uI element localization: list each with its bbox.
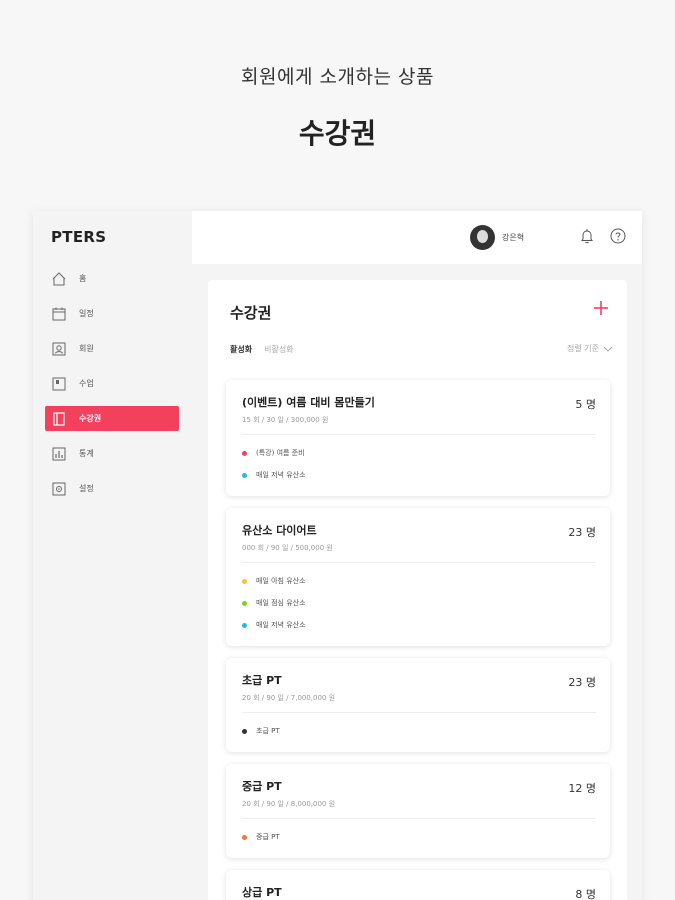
- sidebar-item-tickets[interactable]: 수강권: [45, 406, 179, 431]
- card-divider: [242, 818, 596, 819]
- add-ticket-button[interactable]: [589, 296, 613, 320]
- lesson-item: 매일 저녁 유산소: [242, 464, 596, 486]
- sidebar-item-label: 수강권: [79, 414, 102, 423]
- lesson-icon: [51, 376, 67, 392]
- sidebar-item-schedule[interactable]: 일정: [45, 301, 179, 326]
- ticket-name: 유산소 다이어트: [242, 524, 317, 537]
- lesson-label: 중급 PT: [256, 833, 280, 841]
- lesson-item: 매일 점심 유산소: [242, 592, 596, 614]
- chart-icon: [51, 446, 67, 462]
- ticket-card[interactable]: 상급 PT 8 명: [226, 870, 610, 900]
- top-bar: 강은혁: [192, 211, 642, 264]
- tab-inactive[interactable]: 비활성화: [264, 344, 293, 355]
- ticket-member-count: 8 명: [575, 888, 596, 900]
- app-logo: PTERS: [51, 228, 107, 246]
- lesson-color-dot: [242, 622, 247, 628]
- sidebar-item-statistics[interactable]: 통계: [45, 441, 179, 466]
- promo-subtitle: 회원에게 소개하는 상품: [241, 66, 434, 88]
- ticket-member-count: 5 명: [575, 398, 596, 411]
- sidebar-item-home[interactable]: 홈: [45, 266, 179, 291]
- avatar[interactable]: [470, 225, 495, 250]
- ticket-card[interactable]: (이벤트) 여름 대비 몸만들기 5 명 15 회 / 30 일 / 300,000…: [226, 380, 610, 496]
- card-divider: [242, 434, 596, 435]
- ticket-name: (이벤트) 여름 대비 몸만들기: [242, 396, 375, 409]
- panel-title: 수강권: [230, 304, 272, 322]
- tab-active[interactable]: 활성화: [230, 344, 252, 355]
- ticket-icon: [51, 411, 67, 427]
- lesson-color-dot: [242, 450, 247, 456]
- ticket-card[interactable]: 중급 PT 12 명 20 회 / 90 일 / 8,000,000 원 중급 PT: [226, 764, 610, 858]
- sidebar-item-settings[interactable]: 설정: [45, 476, 179, 501]
- lesson-color-dot: [242, 834, 247, 840]
- settings-icon: [51, 481, 67, 497]
- ticket-card[interactable]: 유산소 다이어트 23 명 000 회 / 90 일 / 500,000 원매일 아…: [226, 508, 610, 646]
- lesson-item: (특강) 여름 준비: [242, 442, 596, 464]
- sort-dropdown[interactable]: 정렬 기준: [567, 343, 613, 354]
- ticket-meta: 15 회 / 30 일 / 300,000 원: [242, 416, 329, 424]
- sidebar-item-label: 통계: [79, 449, 94, 458]
- sidebar-item-label: 설정: [79, 484, 94, 493]
- ticket-meta: 20 회 / 90 일 / 7,000,000 원: [242, 694, 336, 702]
- lesson-label: 매일 저녁 유산소: [256, 471, 306, 479]
- sort-label: 정렬 기준: [567, 344, 599, 353]
- ticket-meta: 20 회 / 90 일 / 8,000,000 원: [242, 800, 336, 808]
- lesson-label: 매일 점심 유산소: [256, 599, 306, 607]
- lesson-label: 매일 저녁 유산소: [256, 621, 306, 629]
- ticket-member-count: 12 명: [568, 782, 596, 795]
- bell-icon[interactable]: [580, 228, 594, 248]
- lesson-item: 초급 PT: [242, 720, 596, 742]
- sidebar-item-label: 수업: [79, 379, 94, 388]
- lesson-color-dot: [242, 578, 247, 584]
- ticket-list: (이벤트) 여름 대비 몸만들기 5 명 15 회 / 30 일 / 300,000…: [226, 380, 610, 900]
- ticket-meta: 000 회 / 90 일 / 500,000 원: [242, 544, 333, 552]
- ticket-member-count: 23 명: [568, 676, 596, 689]
- sidebar-item-label: 회원: [79, 344, 94, 353]
- lesson-label: (특강) 여름 준비: [256, 449, 305, 457]
- lesson-label: 초급 PT: [256, 727, 280, 735]
- plus-icon: [594, 301, 608, 315]
- lesson-color-dot: [242, 472, 247, 478]
- calendar-icon: [51, 306, 67, 322]
- lesson-color-dot: [242, 728, 247, 734]
- lesson-item: 매일 아침 유산소: [242, 570, 596, 592]
- main-area: 강은혁 수강권 활성화 비활성화 정렬 기준 (이벤트) 여름 대비 몸만들기 5…: [192, 211, 642, 900]
- card-divider: [242, 562, 596, 563]
- home-icon: [51, 271, 67, 287]
- ticket-card[interactable]: 초급 PT 23 명 20 회 / 90 일 / 7,000,000 원 초급 PT: [226, 658, 610, 752]
- ticket-name: 중급 PT: [242, 780, 282, 793]
- status-tabs: 활성화 비활성화: [230, 344, 294, 355]
- chevron-down-icon: [603, 346, 613, 352]
- sidebar: PTERS 홈 일정 회원 수업 수강권 통계 설정: [33, 211, 192, 900]
- card-divider: [242, 712, 596, 713]
- promo-title: 수강권: [298, 117, 377, 150]
- sidebar-item-label: 일정: [79, 309, 94, 318]
- ticket-member-count: 23 명: [568, 526, 596, 539]
- app-window: PTERS 홈 일정 회원 수업 수강권 통계 설정 강은혁 수강권 활성화 비…: [33, 211, 642, 900]
- sidebar-item-label: 홈: [79, 274, 87, 283]
- lesson-label: 매일 아침 유산소: [256, 577, 306, 585]
- help-icon[interactable]: [610, 228, 626, 248]
- tickets-panel: 수강권 활성화 비활성화 정렬 기준 (이벤트) 여름 대비 몸만들기 5 명 15…: [208, 280, 627, 900]
- sidebar-nav: 홈 일정 회원 수업 수강권 통계 설정: [45, 266, 179, 511]
- sidebar-item-lessons[interactable]: 수업: [45, 371, 179, 396]
- ticket-name: 상급 PT: [242, 886, 282, 899]
- member-icon: [51, 341, 67, 357]
- user-name[interactable]: 강은혁: [502, 232, 524, 243]
- lesson-color-dot: [242, 600, 247, 606]
- lesson-item: 매일 저녁 유산소: [242, 614, 596, 636]
- ticket-name: 초급 PT: [242, 674, 282, 687]
- lesson-item: 중급 PT: [242, 826, 596, 848]
- sidebar-item-members[interactable]: 회원: [45, 336, 179, 361]
